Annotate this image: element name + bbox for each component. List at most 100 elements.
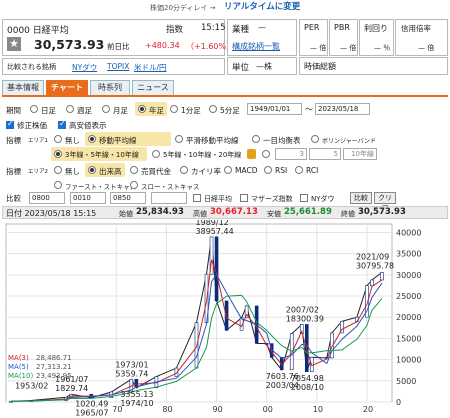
compare-code-field-4[interactable] [151, 192, 187, 204]
compare-link-topix[interactable]: TOPIX [107, 62, 129, 71]
ind1-ma-label: 移動平均線 [99, 136, 137, 145]
annotation-label: 30795.78 [356, 261, 394, 270]
ohlc-low-value: 25,661.89 [284, 207, 332, 217]
ind1-radio-5-10-20[interactable] [152, 150, 160, 158]
ind2-radio-fast-stoch[interactable] [54, 181, 62, 189]
period-radio-day[interactable] [30, 105, 38, 113]
ind1-radio-bollinger[interactable] [311, 135, 319, 143]
annotation-label: 2021/09 [356, 252, 389, 261]
ohlc-low-label: 安値 [267, 210, 281, 218]
annotation-label: 38957.44 [196, 227, 234, 236]
ind2-radio-turnover[interactable] [130, 166, 138, 174]
ind1-radio-ma[interactable] [88, 135, 96, 143]
metric-pbr: PBR — 倍 [329, 19, 358, 56]
ma-legend-name: MA(10) [8, 372, 33, 380]
ind2-radio-deviation[interactable] [180, 166, 188, 174]
ind2-macd-label: MACD [235, 166, 258, 175]
annotation-label: 2007/02 [286, 305, 319, 314]
ind1-smooth-ma-label: 平滑移動平均線 [186, 136, 239, 145]
period-from-input[interactable]: 1949/01/01 [247, 103, 302, 115]
y-tick-label: 25000 [396, 292, 421, 301]
ma-legend-value: 28,486.71 [36, 354, 72, 362]
tab-basic-info[interactable]: 基本情報 [2, 80, 44, 95]
ind1-radio-custom[interactable] [262, 150, 270, 158]
price-time: 15:15 [201, 23, 226, 33]
ind2-radio-none[interactable] [54, 166, 62, 174]
adjusted-price-checkbox[interactable] [6, 119, 14, 129]
ind2-radio-slow-stoch[interactable] [130, 181, 138, 189]
yield-value: — ％ [374, 44, 391, 52]
per-label: PER [304, 23, 320, 32]
ind2-deviation-label: カイリ率 [191, 167, 221, 176]
x-tick-label: 00 [263, 405, 273, 414]
ind1-radio-ichimoku[interactable] [252, 135, 260, 143]
compare-mothers-checkbox[interactable] [240, 194, 248, 202]
ind1-radio-3-5-10[interactable] [54, 150, 62, 158]
ind2-radio-macd[interactable] [224, 166, 232, 174]
ind2-radio-rsi[interactable] [264, 166, 272, 174]
annotation-label: 1974/10 [120, 399, 153, 408]
metric-yield: 利回り — ％ [359, 19, 394, 56]
tab-news[interactable]: ニュース [132, 80, 174, 95]
compare-nikkei-label: 日経平均 [204, 195, 232, 203]
x-tick-label: 80 [162, 405, 172, 414]
market-cap-label: 時価総額 [304, 62, 336, 71]
ma-input-2[interactable]: 5 [309, 148, 341, 160]
realtime-switch-link[interactable]: リアルタイムに変更 [224, 1, 300, 13]
unit-label: 単位 [232, 63, 250, 73]
ma-legend-name: MA(5) [8, 363, 29, 371]
ma-legend-value: 27,313.21 [36, 363, 72, 371]
period-radio-5min[interactable] [209, 105, 217, 113]
x-tick-label: 90 [213, 405, 223, 414]
ind1-radio-smooth-ma[interactable] [175, 135, 183, 143]
high-low-checkbox[interactable] [58, 119, 66, 129]
compared-stocks-label: 比較される銘柄 [7, 63, 56, 71]
period-radio-week[interactable] [66, 105, 74, 113]
prev-day-label: 前日比 [107, 42, 130, 51]
compare-code-1[interactable]: 0800 [29, 192, 65, 204]
pbr-value: — 倍 [340, 44, 357, 52]
annotation-label: 1965/07 [75, 409, 108, 416]
yield-label: 利回り [364, 24, 388, 33]
components-link[interactable]: 構成銘柄一覧 [232, 41, 280, 52]
compare-nikkei-checkbox[interactable] [193, 194, 201, 202]
clear-button[interactable]: クリア [374, 192, 396, 212]
compare-button[interactable]: 比較 [350, 192, 372, 204]
y-tick-label: 0 [396, 398, 401, 407]
ind2-radio-volume[interactable] [88, 166, 96, 174]
period-radio-year[interactable] [138, 105, 146, 113]
period-radio-1min[interactable] [170, 105, 178, 113]
period-5min-label: 5分足 [220, 106, 240, 115]
period-label: 期間 [6, 106, 21, 115]
compare-link-nydow[interactable]: NYダウ [72, 62, 97, 73]
tab-underline [2, 95, 448, 97]
tab-timeseries[interactable]: 時系列 [90, 80, 130, 95]
price-chart: 0 5000 10000 15000 20000 25000 30000 35000 40000… [5, 220, 421, 416]
ma-input-3[interactable]: 10年線 [343, 148, 377, 160]
compare-nydow-label: NYダウ [311, 195, 335, 203]
ind1-radio-none[interactable] [54, 135, 62, 143]
annotation-label: 7054.98 [291, 374, 324, 383]
y-tick-label: 20000 [396, 313, 421, 322]
compare-label: 比較 [6, 194, 21, 203]
period-radio-month[interactable] [102, 105, 110, 113]
compare-code-2[interactable]: 0010 [70, 192, 106, 204]
compare-mothers-label: マザーズ指数 [251, 195, 293, 203]
annotation-label: 1829.74 [55, 384, 88, 393]
ind1-ichimoku-label: 一目均衡表 [263, 136, 301, 145]
period-to-input[interactable]: 2023/05/18 [315, 103, 370, 115]
favorite-star-icon[interactable]: ★ [7, 37, 21, 51]
compare-nydow-checkbox[interactable] [300, 194, 308, 202]
price-change: +480.34 [145, 41, 180, 50]
ind2-rsi-label: RSI [275, 166, 288, 175]
unit-value: —株 [256, 62, 272, 71]
compare-link-usdjpy[interactable]: 米ドル/円 [134, 62, 167, 73]
tab-chart[interactable]: チャート [46, 80, 88, 95]
compare-code-3[interactable]: 0850 [110, 192, 146, 204]
ind2-rci-label: RCI [306, 166, 319, 175]
ind2-radio-rci[interactable] [295, 166, 303, 174]
ma-input-1[interactable]: 3 [275, 148, 307, 160]
x-tick-label: 10 [313, 405, 323, 414]
industry-value: — [258, 23, 266, 32]
margin-ratio-value: — 倍 [418, 44, 435, 52]
